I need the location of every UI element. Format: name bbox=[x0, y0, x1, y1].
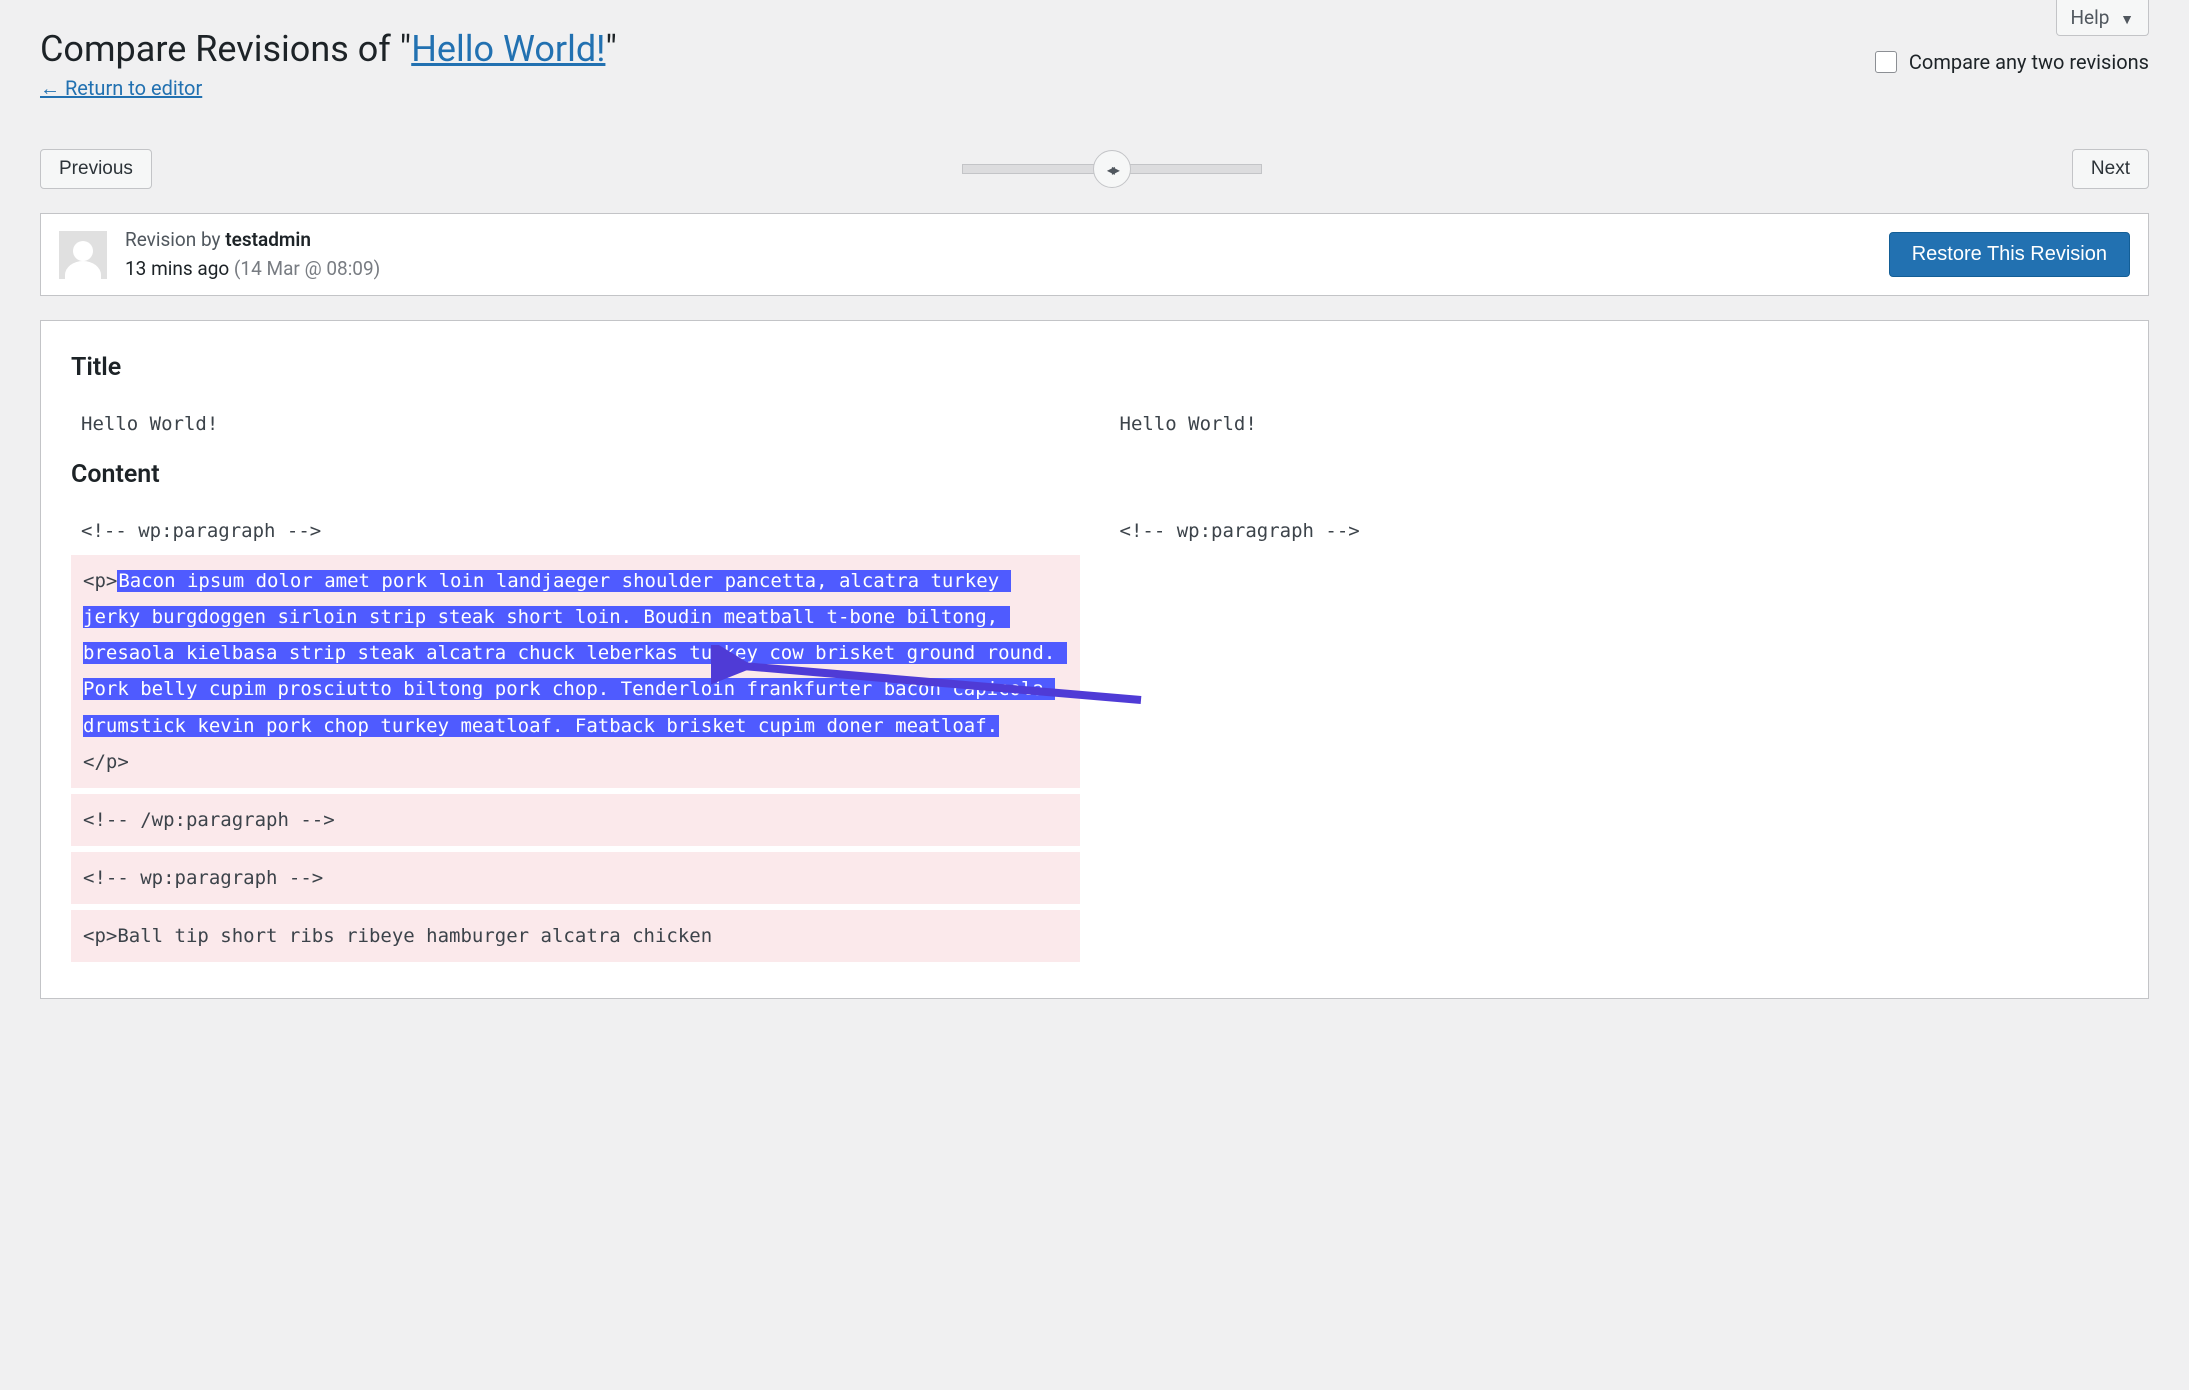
slider-handle-icon: ◂▸ bbox=[1107, 160, 1117, 179]
removed-p-close: </p> bbox=[83, 751, 129, 773]
title-left: Hello World! bbox=[71, 400, 1080, 448]
revision-meta-box: Revision by testadmin 13 mins ago (14 Ma… bbox=[40, 213, 2149, 296]
previous-button[interactable]: Previous bbox=[40, 149, 152, 189]
heading-suffix: " bbox=[605, 28, 617, 70]
help-label: Help bbox=[2071, 6, 2110, 29]
removed-text: Bacon ipsum dolor amet pork loin landjae… bbox=[83, 570, 1067, 736]
revision-author: testadmin bbox=[225, 228, 311, 251]
chevron-down-icon: ▼ bbox=[2120, 11, 2134, 28]
title-right: Hello World! bbox=[1110, 400, 2119, 448]
title-section-heading: Title bbox=[71, 353, 2118, 382]
revision-date: (14 Mar @ 08:09) bbox=[234, 257, 380, 280]
revision-nav: Previous ◂▸ Next bbox=[40, 149, 2149, 189]
revision-ago: 13 mins ago bbox=[125, 257, 229, 280]
compare-two-checkbox[interactable] bbox=[1875, 51, 1897, 73]
post-title-link[interactable]: Hello World! bbox=[411, 28, 605, 70]
avatar bbox=[59, 231, 107, 279]
help-tab[interactable]: Help ▼ bbox=[2056, 0, 2150, 36]
removed-line-4: <!-- wp:paragraph --> bbox=[71, 852, 1080, 904]
compare-two-label: Compare any two revisions bbox=[1909, 50, 2149, 74]
removed-paragraph-block: <p>Bacon ipsum dolor amet pork loin land… bbox=[71, 555, 1080, 788]
slider-handle[interactable]: ◂▸ bbox=[1093, 150, 1131, 188]
revision-by-label: Revision by bbox=[125, 228, 225, 251]
content-right-line1: <!-- wp:paragraph --> bbox=[1110, 507, 2119, 555]
removed-p-open: <p> bbox=[83, 570, 117, 592]
content-section-heading: Content bbox=[71, 460, 2118, 489]
restore-revision-button[interactable]: Restore This Revision bbox=[1889, 232, 2130, 277]
diff-box: Title Hello World! Hello World! Content … bbox=[40, 320, 2149, 999]
revision-slider[interactable]: ◂▸ bbox=[962, 162, 1262, 176]
revision-info: Revision by testadmin 13 mins ago (14 Ma… bbox=[125, 226, 380, 283]
page-title: Compare Revisions of "Hello World!" bbox=[40, 28, 2149, 70]
content-left-line1: <!-- wp:paragraph --> bbox=[71, 507, 1080, 555]
removed-line-3: <!-- /wp:paragraph --> bbox=[71, 794, 1080, 846]
removed-line-5: <p>Ball tip short ribs ribeye hamburger … bbox=[71, 910, 1080, 962]
heading-prefix: Compare Revisions of " bbox=[40, 28, 411, 70]
content-left-column: <p>Bacon ipsum dolor amet pork loin land… bbox=[71, 555, 1080, 968]
next-button[interactable]: Next bbox=[2072, 149, 2149, 189]
compare-two-revisions-toggle[interactable]: Compare any two revisions bbox=[1871, 48, 2149, 76]
return-to-editor-link[interactable]: ← Return to editor bbox=[40, 76, 202, 101]
content-right-column bbox=[1110, 555, 2119, 968]
